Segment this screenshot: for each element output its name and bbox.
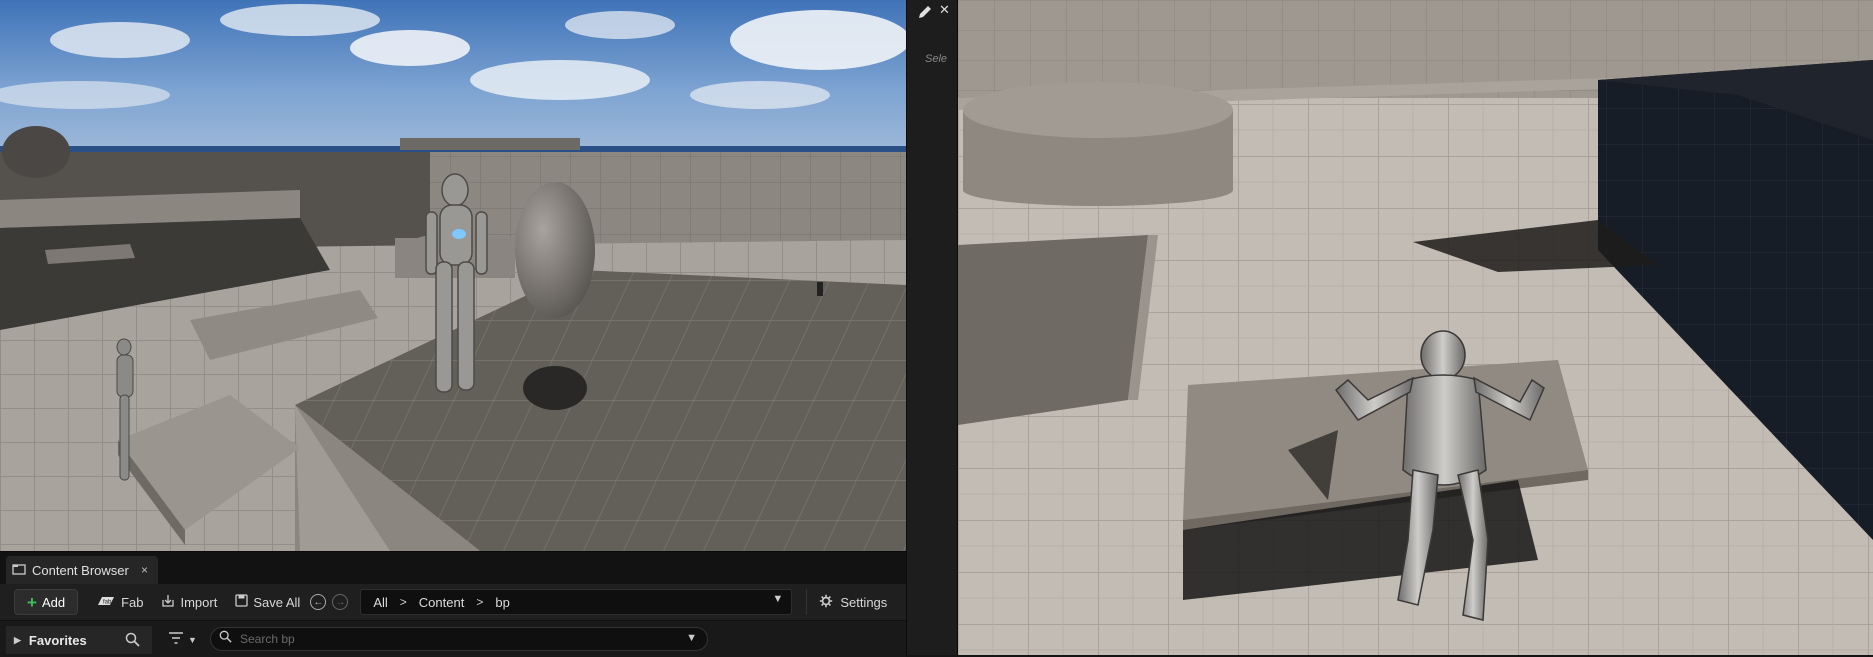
tab-label: Content Browser [32,562,129,578]
back-icon[interactable]: ← [310,594,327,610]
svg-text:fab: fab [103,599,112,605]
settings-button[interactable]: Settings [806,589,887,615]
breadcrumb-item-all[interactable]: All [373,595,387,610]
chevron-right-icon: > [399,595,407,609]
plus-icon: + [27,592,37,612]
viewport-scene-left [0,0,906,551]
settings-button-label: Settings [840,594,888,610]
chevron-down-icon[interactable]: ▼ [772,593,783,605]
gear-icon [819,594,833,611]
fab-button-label: Fab [121,594,144,610]
chevron-down-icon[interactable]: ▼ [686,632,697,644]
breadcrumb-item-bp[interactable]: bp [495,595,509,610]
level-viewport-right[interactable] [958,0,1873,655]
viewport-scene-right [958,0,1873,655]
search-icon [219,630,232,648]
content-browser-panel: Content Browser × + Add fab Fab Import S… [0,551,906,657]
content-browser-filter-row: ▶ Favorites ▼ ▼ [0,620,906,657]
favorites-section[interactable]: ▶ Favorites [6,626,152,654]
search-input-container[interactable]: ▼ [210,627,708,651]
content-browser-tabbar: Content Browser × [0,552,906,584]
pencil-icon[interactable] [917,4,933,20]
content-browser-icon [12,563,26,578]
fab-icon: fab [96,595,116,610]
favorites-label: Favorites [28,632,87,648]
tab-content-browser[interactable]: Content Browser × [6,556,158,584]
close-icon[interactable]: × [141,563,148,577]
details-panel-strip: ✕ Sele [906,0,958,655]
add-button-label: Add [41,594,66,610]
filter-icon [168,631,184,649]
level-viewport-left[interactable] [0,0,906,551]
fab-button[interactable]: fab Fab [96,595,143,610]
add-button[interactable]: + Add [14,589,79,615]
filter-button[interactable]: ▼ [168,631,197,649]
selection-hint: Sele [925,53,948,65]
breadcrumb-item-content[interactable]: Content [419,595,465,610]
save-all-button[interactable]: Save All [235,594,300,610]
import-button[interactable]: Import [161,594,217,611]
save-icon [235,594,248,610]
search-input[interactable] [238,631,682,647]
expand-triangle-icon[interactable]: ▶ [14,635,21,646]
chevron-down-icon: ▼ [188,635,197,645]
save-all-button-label: Save All [253,594,301,610]
content-browser-toolbar: + Add fab Fab Import Save All ← → All > … [0,584,906,620]
import-icon [161,594,175,611]
import-button-label: Import [180,594,218,610]
forward-icon[interactable]: → [332,594,349,610]
close-icon[interactable]: ✕ [939,2,950,18]
breadcrumb[interactable]: All > Content > bp ▼ [360,589,793,615]
chevron-right-icon: > [476,595,484,609]
search-icon[interactable] [125,632,140,650]
